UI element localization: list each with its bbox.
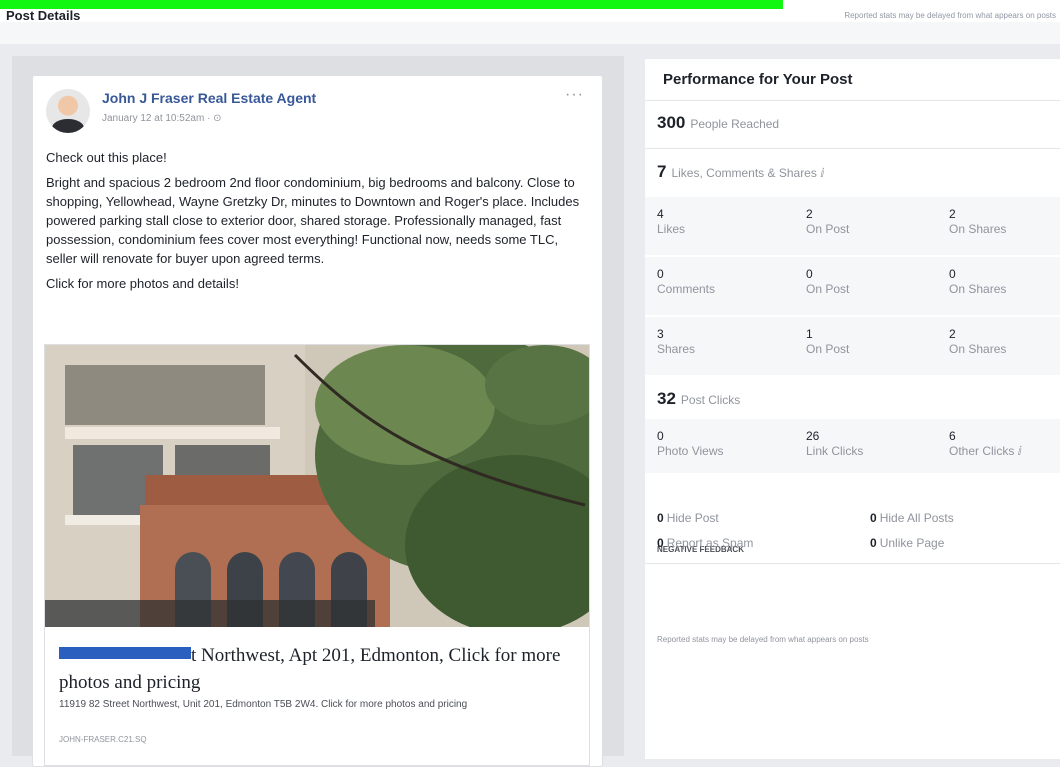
stats-note: Reported stats may be delayed from what … [657,635,869,644]
hide-post: 0 Hide Post [657,511,719,525]
divider [645,563,1060,564]
comments-on-shares: 0 On Shares [949,267,1007,296]
post-line: Bright and spacious 2 bedroom 2nd floor … [46,175,580,266]
shares-on-post: 1 On Post [806,327,850,356]
engagement-label: Likes, Comments & Shares ⅈ [671,166,825,180]
post-clicks: 32 Post Clicks [657,389,740,409]
likes-on-post: 2 On Post [806,207,850,236]
people-reached: 300 People Reached [657,113,779,133]
post-clicks-value: 32 [657,389,676,408]
likes-on-shares: 2 On Shares [949,207,1007,236]
comments-total: 0 Comments [657,267,716,296]
avatar[interactable] [46,89,90,133]
post-line: Check out this place! [46,150,167,165]
post-timestamp[interactable]: January 12 at 10:52am · ⊙ [102,113,222,124]
author-name[interactable]: John J Fraser Real Estate Agent [102,90,316,106]
post-clicks-label: Post Clicks [680,393,741,407]
link-description[interactable]: 11919 82 Street Northwest, Unit 201, Edm… [59,698,574,712]
other-clicks: 6 Other Clicks ⅈ [949,429,1022,458]
comments-on-post: 0 On Post [806,267,850,296]
more-options-icon[interactable]: ··· [565,86,584,104]
shares-on-shares: 2 On Shares [949,327,1007,356]
engagement-value: 7 [657,162,667,181]
header-strip [0,22,1060,44]
link-clicks: 26 Link Clicks [806,429,864,458]
link-title[interactable]: t Northwest, Apt 201, Edmonton, Click fo… [59,642,579,696]
property-photo[interactable] [45,345,589,627]
top-note: Reported stats may be delayed from what … [844,11,1056,20]
shares-row: 3 Shares 1 On Post 2 On Shares [645,317,1060,375]
performance-panel: Performance for Your Post 300 People Reac… [645,59,1060,759]
people-reached-label: People Reached [690,117,780,131]
post-line: Click for more photos and details! [46,276,239,291]
comments-row: 0 Comments 0 On Post 0 On Shares [645,257,1060,315]
redaction-bar [59,647,191,659]
post-card: John J Fraser Real Estate Agent January … [32,75,603,767]
highlight-bar [0,0,783,9]
page-title: Post Details [6,8,81,23]
hide-all-posts: 0 Hide All Posts [870,511,954,525]
link-preview-card[interactable]: t Northwest, Apt 201, Edmonton, Click fo… [44,344,590,766]
divider [645,148,1060,149]
engagement-total: 7 Likes, Comments & Shares ⅈ [657,162,824,182]
likes-total: 4 Likes [657,207,686,236]
unlike-page: 0 Unlike Page [870,536,945,550]
post-text: Check out this place! Bright and spaciou… [46,148,586,293]
building-image [45,345,589,627]
divider [645,100,1060,101]
likes-row: 4 Likes 2 On Post 2 On Shares [645,197,1060,255]
photo-views: 0 Photo Views [657,429,724,458]
link-domain: JOHN-FRASER.C21.SQ [59,735,147,744]
shares-total: 3 Shares [657,327,696,356]
performance-title: Performance for Your Post [663,71,853,88]
people-reached-value: 300 [657,113,686,132]
report-as-spam: 0 Report as Spam [657,536,754,550]
clicks-row: 0 Photo Views 26 Link Clicks 6 Other Clicks… [645,419,1060,473]
